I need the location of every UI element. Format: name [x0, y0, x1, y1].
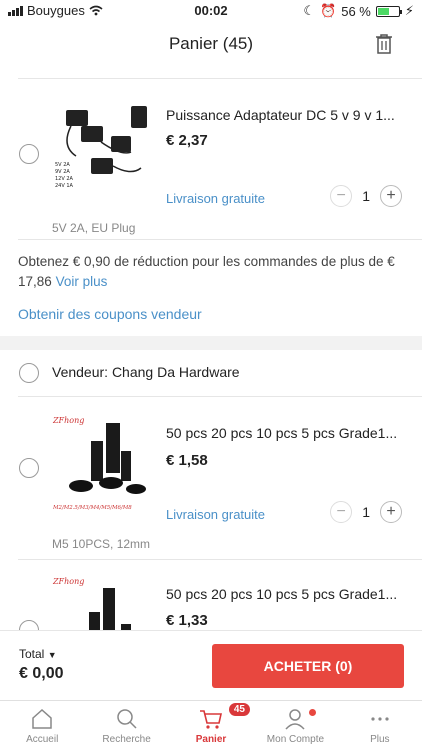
- cart-item[interactable]: ZFhong 50 pcs 20 pcs 10 pcs 5 pcs Grade1…: [0, 560, 422, 630]
- tab-label: Mon Compte: [266, 734, 325, 745]
- tab-cart[interactable]: Panier 45: [169, 701, 253, 750]
- svg-text:24V 1A: 24V 1A: [55, 183, 74, 189]
- tab-label: Recherche: [102, 734, 151, 745]
- buy-button[interactable]: ACHETER (0): [212, 644, 404, 688]
- checkout-bar: Total ▼ € 0,00 ACHETER (0): [0, 630, 422, 700]
- promo-text: Obtenez € 0,90 de réduction pour les com…: [0, 240, 422, 306]
- product-thumbnail[interactable]: ZFhong M2/M2.5/M3/M4/M5/M6/M8: [51, 411, 156, 516]
- product-thumbnail[interactable]: 5V 2A 9V 2A 12V 2A 24V 1A: [51, 96, 156, 201]
- total-value: € 0,00: [19, 665, 64, 682]
- seller-row[interactable]: Vendeur: Chang Da Hardware: [0, 350, 422, 396]
- decrement-button[interactable]: −: [330, 185, 353, 207]
- decrement-button[interactable]: −: [330, 501, 353, 523]
- tab-label: Panier: [195, 734, 227, 745]
- total-label[interactable]: Total ▼: [19, 647, 57, 661]
- cart-item[interactable]: ZFhong M2/M2.5/M3/M4/M5/M6/M8 50 pcs 20 …: [0, 397, 422, 551]
- quantity-stepper[interactable]: − 1 +: [330, 185, 402, 207]
- product-thumbnail[interactable]: ZFhong: [51, 572, 156, 630]
- quantity-stepper[interactable]: − 1 +: [330, 501, 402, 523]
- thumb-brand: ZFhong: [52, 577, 84, 586]
- more-icon: [371, 717, 389, 721]
- tab-more[interactable]: Plus: [338, 701, 422, 750]
- item-checkbox[interactable]: [19, 458, 39, 478]
- alarm-icon: ⏰: [320, 3, 337, 18]
- caret-down-icon: ▼: [47, 650, 57, 660]
- increment-button[interactable]: +: [380, 501, 402, 523]
- cart-icon: [200, 710, 223, 729]
- shipping-label: Livraison gratuite: [166, 507, 265, 522]
- product-name[interactable]: 50 pcs 20 pcs 10 pcs 5 pcs Grade1...: [166, 586, 406, 602]
- tab-label: Accueil: [26, 734, 59, 745]
- product-price: € 1,33: [166, 612, 208, 629]
- charging-icon: ⚡: [404, 3, 414, 18]
- product-name[interactable]: 50 pcs 20 pcs 10 pcs 5 pcs Grade1...: [166, 425, 406, 441]
- cart-list[interactable]: 5V 2A 9V 2A 12V 2A 24V 1A Puissance Adap…: [0, 66, 422, 630]
- tab-account[interactable]: Mon Compte: [253, 701, 337, 750]
- battery-icon: [375, 5, 402, 17]
- tab-home[interactable]: Accueil: [0, 701, 84, 750]
- svg-text:5V 2A: 5V 2A: [55, 162, 70, 168]
- trash-icon[interactable]: [374, 33, 394, 55]
- item-checkbox[interactable]: [19, 144, 39, 164]
- product-price: € 1,58: [166, 452, 208, 469]
- search-icon: [116, 709, 137, 729]
- see-more-link[interactable]: Voir plus: [56, 274, 108, 289]
- status-bar: Bouygues 00:02 ☾ ⏰ 56 % ⚡: [0, 0, 422, 22]
- cart-item[interactable]: 5V 2A 9V 2A 12V 2A 24V 1A Puissance Adap…: [0, 79, 422, 239]
- thumb-brand: ZFhong: [52, 416, 84, 425]
- quantity-value: 1: [362, 188, 370, 204]
- svg-text:9V 2A: 9V 2A: [55, 169, 70, 175]
- tab-bar: Accueil Recherche Panier 45 Mon Compte P…: [0, 700, 422, 750]
- user-icon: [285, 709, 305, 730]
- variant-label[interactable]: 5V 2A, EU Plug: [52, 221, 135, 235]
- header: Panier (45): [0, 22, 422, 66]
- tab-search[interactable]: Recherche: [84, 701, 168, 750]
- increment-button[interactable]: +: [380, 185, 402, 207]
- seller-name[interactable]: Vendeur: Chang Da Hardware: [52, 364, 240, 380]
- svg-text:12V 2A: 12V 2A: [55, 176, 74, 182]
- thumb-sizes: M2/M2.5/M3/M4/M5/M6/M8: [52, 505, 132, 511]
- total-label-text: Total: [19, 647, 45, 661]
- cart-count-badge: 45: [228, 703, 250, 716]
- home-icon: [32, 708, 52, 729]
- product-price: € 2,37: [166, 132, 208, 149]
- item-checkbox[interactable]: [19, 620, 39, 630]
- moon-icon: ☾: [303, 3, 316, 18]
- seller-block-1: 5V 2A 9V 2A 12V 2A 24V 1A Puissance Adap…: [0, 66, 422, 336]
- notification-dot: [309, 709, 317, 716]
- seller-block-2: Vendeur: Chang Da Hardware ZFhong M2/M2.…: [0, 350, 422, 630]
- variant-label[interactable]: M5 10PCS, 12mm: [52, 537, 150, 551]
- product-name[interactable]: Puissance Adaptateur DC 5 v 9 v 1...: [166, 107, 406, 123]
- page-title: Panier (45): [168, 34, 254, 53]
- tab-label: Plus: [370, 734, 390, 745]
- coupon-link[interactable]: Obtenir des coupons vendeur: [0, 306, 422, 336]
- quantity-value: 1: [362, 504, 370, 520]
- shipping-label: Livraison gratuite: [166, 191, 265, 206]
- battery-percent: 56 %: [341, 3, 371, 19]
- seller-checkbox[interactable]: [19, 363, 39, 383]
